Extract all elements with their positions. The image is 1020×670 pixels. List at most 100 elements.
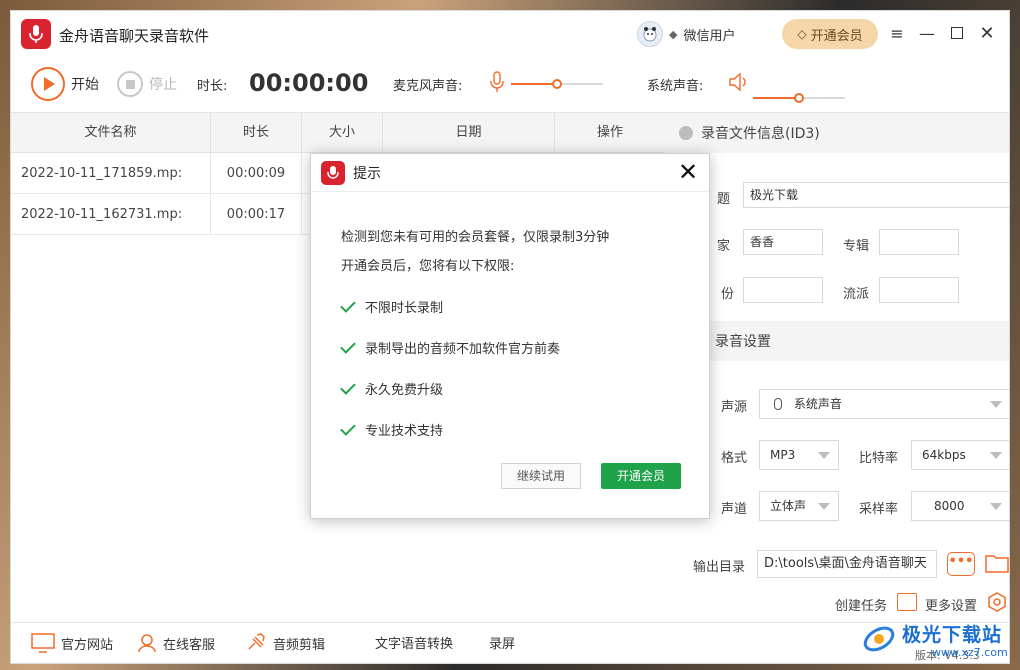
- user-icon: [138, 634, 156, 653]
- duration-label: 时长:: [197, 79, 228, 94]
- channel-label: 声道: [721, 502, 748, 517]
- artist-field[interactable]: 香香: [743, 229, 823, 255]
- file-duration: 00:00:17: [211, 194, 302, 235]
- mic-icon: [489, 71, 505, 93]
- column-header[interactable]: 操作: [555, 113, 665, 153]
- screen-record-label: 录屏: [489, 637, 516, 652]
- file-duration: 00:00:09: [211, 153, 302, 194]
- chevron-down-icon: [990, 452, 1002, 459]
- output-dir-label: 输出目录: [693, 560, 746, 575]
- file-name: 2022-10-11_171859.mp:: [11, 153, 211, 194]
- membership-dialog: 提示 ✕ 检测到您未有可用的会员套餐，仅限录制3分钟 开通会员后，您将有以下权限…: [310, 153, 710, 519]
- perk-label: 录制导出的音频不加软件官方前奏: [365, 342, 561, 357]
- maximize-icon[interactable]: [947, 23, 967, 43]
- chevron-down-icon: [990, 401, 1002, 408]
- perk-item: 不限时长录制: [340, 296, 444, 316]
- start-button[interactable]: 开始: [31, 67, 99, 101]
- mic-icon: [774, 398, 782, 410]
- close-icon[interactable]: ✕: [977, 23, 997, 44]
- settings-panel: 录音文件信息(ID3) 题 极光下载 家 香香 专辑 份 流派 录音设置 声源 …: [665, 113, 1009, 616]
- watermark-url: www.xz7.com: [932, 646, 1008, 659]
- samplerate-label: 采样率: [859, 502, 899, 517]
- perk-label: 专业技术支持: [365, 424, 444, 439]
- audio-edit-label: 音频剪辑: [273, 637, 326, 653]
- check-icon: [340, 419, 356, 436]
- stop-button[interactable]: 停止: [117, 71, 177, 97]
- user-name: 微信用户: [683, 28, 736, 44]
- column-header[interactable]: 时长: [211, 113, 302, 153]
- source-value: 系统声音: [793, 397, 842, 411]
- support-link[interactable]: 在线客服: [137, 633, 215, 653]
- samplerate-select[interactable]: 8000: [911, 491, 1009, 521]
- app-title: 金舟语音聊天录音软件: [59, 27, 210, 45]
- mic-label: 麦克风声音:: [393, 79, 463, 94]
- watermark-logo-icon: [863, 626, 895, 652]
- format-select[interactable]: MP3: [759, 440, 839, 470]
- create-task-label[interactable]: 创建任务: [835, 595, 887, 614]
- diamond-icon: ◆: [669, 27, 678, 41]
- title-field[interactable]: 极光下载: [743, 182, 1009, 208]
- perk-label: 不限时长录制: [365, 301, 444, 316]
- dialog-message-line1: 检测到您未有可用的会员套餐，仅限录制3分钟: [341, 230, 610, 245]
- album-field[interactable]: [879, 229, 959, 255]
- avatar: [637, 21, 663, 47]
- website-label: 官方网站: [61, 637, 114, 653]
- column-header[interactable]: 大小: [302, 113, 383, 153]
- channel-select[interactable]: 立体声: [759, 491, 839, 521]
- table-header: 文件名称 时长 大小 日期 操作: [11, 113, 665, 153]
- source-select[interactable]: 系统声音: [759, 389, 1009, 419]
- vip-button-label: 开通会员: [810, 28, 863, 44]
- bitrate-select[interactable]: 64kbps: [911, 440, 1009, 470]
- album-field-label: 专辑: [843, 239, 870, 254]
- perk-label: 永久免费升级: [365, 383, 444, 398]
- mic-volume-slider[interactable]: [511, 77, 603, 91]
- speaker-icon: [727, 71, 749, 93]
- screen-record-link[interactable]: 录屏: [489, 633, 515, 652]
- site-watermark: 极光下载站 www.xz7.com: [862, 618, 1012, 662]
- task-list-icon[interactable]: [897, 593, 917, 611]
- id3-section-title: 录音文件信息(ID3): [701, 126, 820, 142]
- app-logo-icon: [21, 19, 51, 49]
- system-volume-slider[interactable]: [753, 91, 845, 105]
- system-sound-label: 系统声音:: [647, 79, 704, 94]
- chevron-down-icon: [818, 503, 830, 510]
- more-settings-label[interactable]: 更多设置: [925, 595, 977, 614]
- record-settings-header: 录音设置: [665, 321, 1009, 361]
- dialog-message-line2: 开通会员后，您将有以下权限:: [341, 259, 515, 274]
- genre-field-label: 流派: [843, 287, 870, 302]
- title-field-label: 题: [717, 192, 731, 207]
- app-logo-icon: [321, 160, 345, 185]
- perk-item: 录制导出的音频不加软件官方前奏: [340, 337, 561, 357]
- bottom-bar: 官方网站 在线客服 音频剪辑 文字语音转换 录屏 版本: V4.3.3: [11, 622, 1009, 663]
- info-icon: [679, 126, 693, 140]
- column-header[interactable]: 文件名称: [11, 113, 211, 153]
- open-vip-button[interactable]: 开通会员: [601, 463, 681, 489]
- genre-field[interactable]: [879, 277, 959, 303]
- year-field[interactable]: [743, 277, 823, 303]
- output-dir-field[interactable]: D:\tools\桌面\金舟语音聊天: [757, 550, 937, 578]
- user-menu[interactable]: ◆ 微信用户: [637, 21, 735, 47]
- format-value: MP3: [770, 448, 796, 462]
- website-link[interactable]: 官方网站: [31, 633, 113, 653]
- close-icon[interactable]: ✕: [677, 160, 699, 184]
- folder-icon[interactable]: [985, 553, 1009, 577]
- continue-trial-button[interactable]: 继续试用: [501, 463, 581, 489]
- menu-icon[interactable]: ≡: [887, 23, 907, 43]
- audio-edit-link[interactable]: 音频剪辑: [245, 633, 325, 653]
- tts-link[interactable]: 文字语音转换: [375, 633, 453, 652]
- settings-hex-icon[interactable]: [987, 592, 1007, 616]
- minimize-icon[interactable]: —: [917, 23, 937, 43]
- check-icon: [340, 378, 356, 395]
- samplerate-value: 8000: [934, 499, 965, 513]
- artist-field-label: 家: [717, 239, 731, 254]
- title-bar: 金舟语音聊天录音软件 ◆ 微信用户 ◇ 开通会员 ≡ — ✕: [11, 11, 1009, 57]
- diamond-icon: ◇: [797, 27, 807, 41]
- perk-item: 专业技术支持: [340, 419, 444, 439]
- column-header[interactable]: 日期: [383, 113, 555, 153]
- vip-button[interactable]: ◇ 开通会员: [782, 19, 878, 49]
- more-options-icon[interactable]: •••: [947, 552, 975, 576]
- bitrate-value: 64kbps: [922, 448, 966, 462]
- source-label: 声源: [721, 400, 748, 415]
- channel-value: 立体声: [770, 499, 807, 513]
- record-toolbar: 开始 停止 时长: 00:00:00 麦克风声音: 系统声音:: [11, 57, 1009, 113]
